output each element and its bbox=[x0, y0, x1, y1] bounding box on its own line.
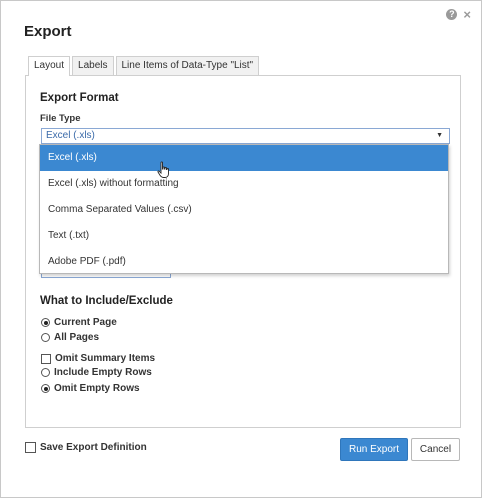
dropdown-option-excel-no-format[interactable]: Excel (.xls) without formatting bbox=[40, 171, 448, 197]
dropdown-option-csv[interactable]: Comma Separated Values (.csv) bbox=[40, 197, 448, 223]
file-type-selected-value: Excel (.xls) bbox=[46, 130, 95, 141]
checkbox-label: Save Export Definition bbox=[40, 442, 147, 453]
radio-button-icon[interactable] bbox=[41, 368, 50, 377]
dropdown-option-pdf[interactable]: Adobe PDF (.pdf) bbox=[40, 249, 448, 275]
radio-all-pages[interactable]: All Pages bbox=[41, 332, 99, 343]
tab-layout[interactable]: Layout bbox=[28, 56, 71, 76]
tab-line-items-list[interactable]: Line Items of Data-Type "List" bbox=[115, 56, 260, 75]
cancel-button[interactable]: Cancel bbox=[411, 438, 460, 461]
export-format-heading: Export Format bbox=[40, 92, 119, 104]
file-type-label: File Type bbox=[40, 113, 81, 124]
radio-label: Include Empty Rows bbox=[54, 367, 152, 378]
file-type-dropdown-list: Excel (.xls) Excel (.xls) without format… bbox=[39, 144, 449, 274]
radio-button-icon[interactable] bbox=[41, 384, 50, 393]
dialog-title: Export bbox=[24, 23, 72, 40]
dropdown-option-txt[interactable]: Text (.txt) bbox=[40, 223, 448, 249]
close-icon[interactable]: × bbox=[463, 8, 471, 21]
file-type-select[interactable]: Excel (.xls) ▼ bbox=[41, 128, 450, 144]
radio-omit-empty-rows[interactable]: Omit Empty Rows bbox=[41, 383, 140, 394]
tab-bar: Layout Labels Line Items of Data-Type "L… bbox=[28, 56, 260, 76]
radio-label: Current Page bbox=[54, 317, 117, 328]
save-export-definition-checkbox[interactable]: Save Export Definition bbox=[25, 442, 147, 453]
include-exclude-heading: What to Include/Exclude bbox=[40, 295, 173, 307]
tab-labels[interactable]: Labels bbox=[72, 56, 114, 75]
radio-current-page[interactable]: Current Page bbox=[41, 317, 117, 328]
radio-button-icon[interactable] bbox=[41, 318, 50, 327]
export-dialog: Export ? × Layout Labels Line Items of D… bbox=[0, 0, 482, 498]
radio-label: All Pages bbox=[54, 332, 100, 343]
checkbox-icon[interactable] bbox=[25, 442, 36, 453]
checkbox-icon[interactable] bbox=[41, 353, 51, 364]
checkbox-label: Omit Summary Items bbox=[55, 353, 156, 364]
option-label: Excel (.xls) bbox=[48, 152, 97, 163]
header-icons: ? × bbox=[446, 8, 471, 21]
dropdown-option-excel[interactable]: Excel (.xls) bbox=[40, 145, 448, 178]
run-export-button[interactable]: Run Export bbox=[340, 438, 408, 461]
radio-button-icon[interactable] bbox=[41, 333, 50, 342]
radio-label: Omit Empty Rows bbox=[54, 383, 140, 394]
omit-summary-items-checkbox[interactable]: Omit Summary Items bbox=[41, 353, 155, 364]
chevron-down-icon[interactable]: ▼ bbox=[436, 129, 443, 143]
help-icon[interactable]: ? bbox=[446, 9, 458, 20]
radio-include-empty-rows[interactable]: Include Empty Rows bbox=[41, 367, 152, 378]
